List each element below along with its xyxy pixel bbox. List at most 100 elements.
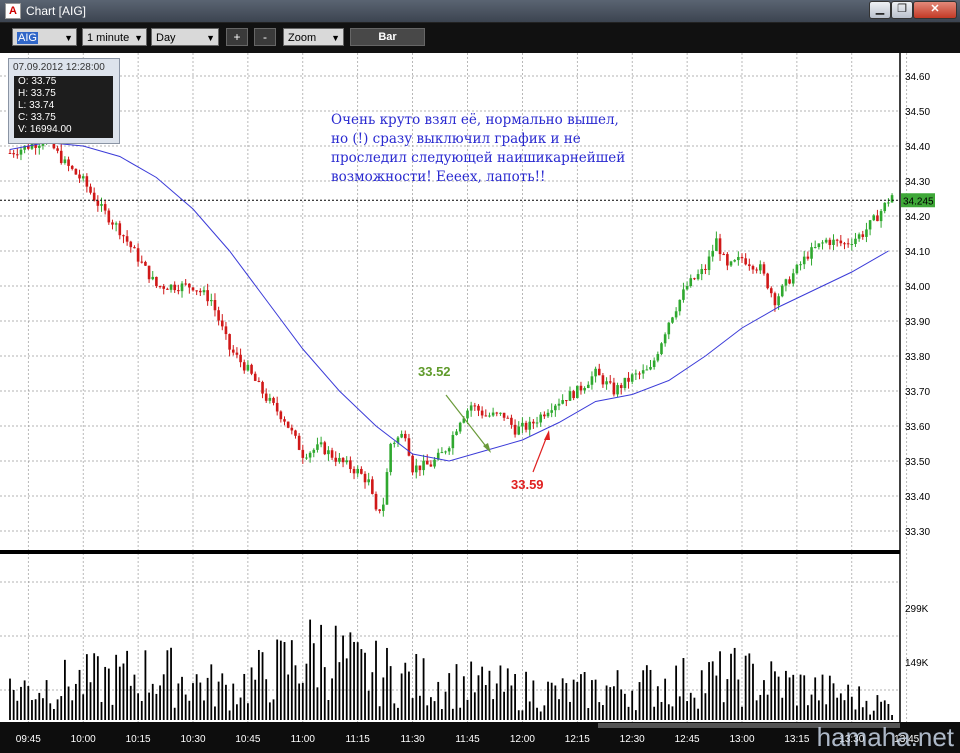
candle-up — [784, 279, 788, 286]
candle-up — [338, 457, 341, 462]
time-tick-label: 10:30 — [180, 734, 205, 745]
candle-down — [330, 450, 334, 458]
candle-down — [806, 256, 810, 259]
volume-bar — [104, 666, 107, 720]
candle-down — [166, 288, 169, 290]
volume-bar — [891, 715, 893, 720]
volume-bar — [247, 703, 249, 720]
volume-bar — [700, 670, 703, 720]
candle-up — [678, 299, 682, 312]
candle-up — [491, 412, 495, 416]
interval-select[interactable]: 1 minute ▼ — [82, 28, 147, 46]
volume-bar — [56, 699, 59, 720]
volume-bar — [408, 671, 410, 720]
volume-bar — [806, 705, 809, 720]
candle-down — [755, 269, 758, 271]
candle-down — [272, 397, 275, 403]
candle-down — [191, 287, 195, 291]
candle-down — [473, 405, 477, 407]
candle-down — [239, 354, 242, 363]
price-tick-label: 34.60 — [905, 72, 930, 83]
volume-bar — [645, 665, 648, 720]
candle-down — [693, 278, 696, 280]
candle-up — [151, 276, 155, 280]
candle-up — [367, 479, 370, 483]
last-price-marker: 34.245 — [901, 193, 935, 208]
candle-down — [136, 248, 140, 262]
candle-down — [843, 243, 846, 245]
volume-bar — [137, 693, 139, 720]
volume-bar — [605, 685, 608, 720]
volume-bar — [561, 678, 564, 720]
volume-bar — [276, 639, 279, 720]
volume-bar — [64, 659, 66, 720]
candle-down — [279, 411, 283, 420]
price-tick-label: 34.00 — [905, 282, 930, 293]
volume-bar — [470, 661, 473, 720]
candle-up — [667, 322, 671, 335]
volume-bar — [342, 635, 344, 720]
candle-up — [583, 387, 586, 391]
volume-bar — [49, 703, 52, 720]
volume-bar — [393, 703, 396, 720]
candle-up — [561, 400, 564, 404]
volume-bar — [477, 675, 480, 720]
candle-down — [213, 300, 217, 311]
volume-bar — [166, 650, 169, 720]
volume-bar — [759, 694, 762, 720]
candle-up — [308, 452, 312, 458]
candle-down — [608, 381, 612, 383]
pane-divider[interactable] — [0, 550, 900, 554]
chart-type-button[interactable]: Bar — [350, 28, 425, 46]
volume-bar — [272, 699, 275, 720]
candle-up — [634, 373, 638, 375]
volume-bar — [214, 706, 216, 720]
volume-bar — [221, 673, 224, 720]
period-select[interactable]: Day ▼ — [151, 28, 219, 46]
zoom-out-button[interactable]: - — [254, 28, 276, 46]
candle-up — [63, 159, 67, 164]
restore-button[interactable]: ❐ — [891, 1, 913, 19]
price-tick-label: 34.20 — [905, 212, 930, 223]
candle-up — [576, 385, 579, 399]
symbol-select[interactable]: AIG ▼ — [12, 28, 77, 46]
volume-bar — [620, 689, 623, 720]
candle-up — [550, 410, 553, 413]
volume-bar — [53, 708, 55, 720]
volume-bar — [613, 686, 615, 720]
zoom-select[interactable]: Zoom ▼ — [283, 28, 344, 46]
zoom-in-button[interactable]: + — [226, 28, 248, 46]
interval-value: 1 minute — [87, 32, 130, 44]
price-tick-label: 33.70 — [905, 387, 930, 398]
volume-bar — [861, 707, 864, 720]
volume-bar — [499, 665, 502, 720]
chart-note: Очень круто взял её, нормально вышел, но… — [331, 111, 641, 187]
volume-bar — [591, 680, 593, 720]
volume-bar — [693, 697, 696, 720]
candle-up — [451, 434, 455, 449]
volume-bar — [737, 679, 740, 720]
minimize-button[interactable]: ▁ — [869, 1, 891, 19]
volume-bar — [708, 662, 710, 720]
volume-bar — [294, 665, 297, 720]
candle-up — [674, 311, 678, 318]
volume-bar — [148, 692, 150, 720]
volume-bar — [843, 700, 846, 720]
price-tick-label: 34.10 — [905, 247, 930, 258]
volume-bar — [298, 683, 301, 720]
window-title: Chart [AIG] — [26, 4, 87, 18]
volume-bar — [796, 705, 798, 720]
volume-bar — [151, 683, 154, 720]
candle-up — [671, 317, 674, 323]
volume-bar — [836, 697, 839, 720]
volume-bar — [569, 701, 571, 720]
candle-up — [210, 300, 213, 302]
candle-up — [433, 459, 436, 467]
volume-bar — [122, 663, 125, 720]
volume-bar — [305, 663, 308, 720]
candle-down — [748, 264, 751, 267]
candle-down — [722, 254, 725, 256]
candle-up — [700, 268, 704, 275]
volume-bar — [327, 699, 330, 720]
close-button[interactable]: ✕ — [913, 1, 957, 19]
